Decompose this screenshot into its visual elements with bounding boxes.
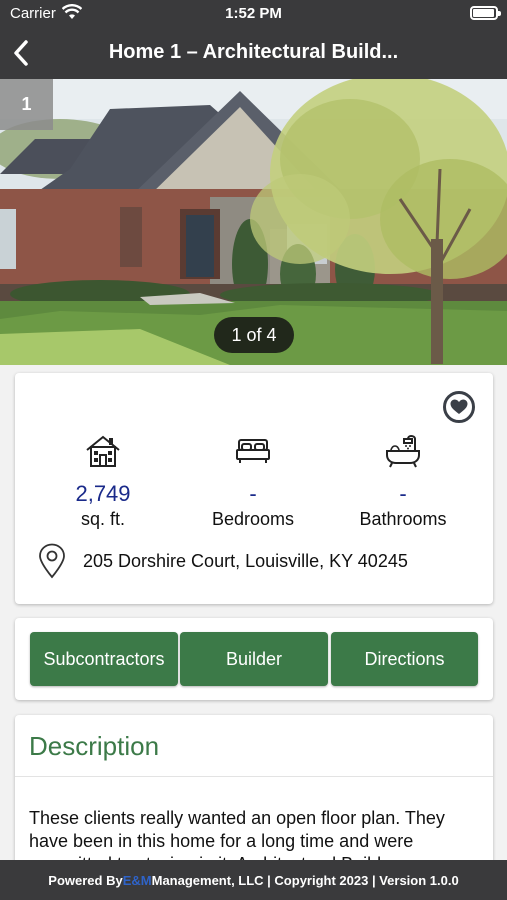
footer-bar: Powered By E&M Management, LLC | Copyrig… <box>0 860 507 900</box>
actions-card: Subcontractors Builder Directions <box>15 618 493 700</box>
photo-gallery[interactable]: 1 1 of 4 <box>0 79 507 365</box>
status-bar: Carrier 1:52 PM <box>0 0 507 28</box>
bathrooms-stat: - Bathrooms <box>328 433 478 530</box>
builder-button[interactable]: Builder <box>180 632 328 686</box>
bedrooms-stat: - Bedrooms <box>178 433 328 530</box>
navigation-bar: Home 1 – Architectural Build... <box>0 28 507 79</box>
area-value: 2,749 <box>75 481 131 506</box>
photo-counter: 1 of 4 <box>214 317 294 353</box>
directions-button[interactable]: Directions <box>331 632 478 686</box>
location-pin-icon <box>37 543 67 579</box>
address-text: 205 Dorshire Court, Louisville, KY 40245 <box>83 550 408 571</box>
description-heading: Description <box>15 715 493 777</box>
clock: 1:52 PM <box>225 5 282 22</box>
bedrooms-value: - <box>249 481 257 506</box>
footer-brand: E&M <box>122 872 152 888</box>
bed-icon <box>178 433 328 469</box>
subcontractors-button[interactable]: Subcontractors <box>30 632 178 686</box>
battery-icon <box>470 6 501 20</box>
area-stat: 2,749 sq. ft. <box>28 433 178 530</box>
page-title: Home 1 – Architectural Build... <box>108 41 399 63</box>
property-details-card: 2,749 sq. ft. - Bedrooms - Bathrooms 205… <box>15 373 493 604</box>
favorite-heart-icon[interactable] <box>443 391 475 423</box>
address-row[interactable]: 205 Dorshire Court, Louisville, KY 40245 <box>37 543 483 579</box>
back-chevron-icon[interactable] <box>8 38 36 68</box>
area-label: sq. ft. <box>80 509 125 529</box>
bathtub-icon <box>328 433 478 469</box>
footer-prefix: Powered By <box>48 872 123 888</box>
description-card: Description These clients really wanted … <box>15 715 493 875</box>
bathrooms-value: - <box>399 481 407 506</box>
footer-suffix: Management, LLC | Copyright 2023 | Versi… <box>151 872 459 888</box>
bathrooms-label: Bathrooms <box>359 509 447 529</box>
bedrooms-label: Bedrooms <box>211 509 295 529</box>
house-icon <box>28 433 178 469</box>
photo-index-badge: 1 <box>0 79 53 130</box>
